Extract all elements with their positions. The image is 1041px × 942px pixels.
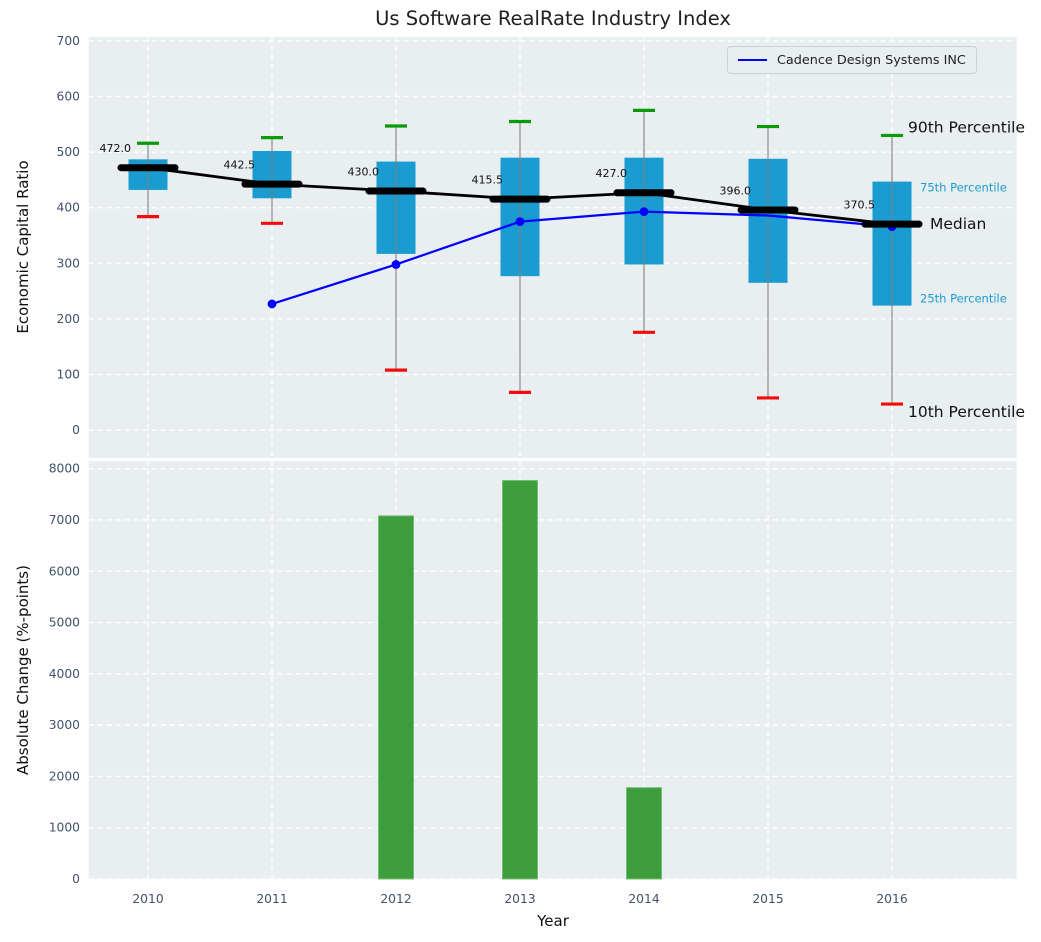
xtick-2015: 2015: [752, 892, 783, 906]
top-ytick-200: 200: [57, 312, 80, 326]
top-ytick-0: 0: [72, 423, 80, 437]
annotation-75th-percentile: 75th Percentile: [920, 181, 1007, 195]
median-label-2015: 396.0: [720, 184, 752, 197]
bottom-axes-bg: [88, 461, 1017, 879]
chart-canvas: 472.0 442.5 430.0 415.5 427.0 396.0 370.5 90th …: [49, 34, 1025, 906]
median-label-2013: 415.5: [472, 174, 504, 187]
top-ytick-600: 600: [57, 90, 80, 104]
xtick-2013: 2013: [504, 892, 535, 906]
chart-title: Us Software RealRate Industry Index: [375, 7, 731, 30]
top-ytick-500: 500: [57, 145, 80, 159]
company-dot-2014: [639, 207, 649, 217]
y-axis-label-bottom: Absolute Change (%-points): [14, 565, 32, 775]
bottom-ytick-1000: 1000: [49, 821, 80, 835]
median-label-2016: 370.5: [844, 199, 876, 212]
annotation-10th-percentile: 10th Percentile: [908, 403, 1025, 421]
bar-2013: [502, 479, 538, 880]
bottom-ytick-3000: 3000: [49, 718, 80, 732]
top-ytick-400: 400: [57, 201, 80, 215]
annotation-median: Median: [930, 215, 986, 233]
xtick-2012: 2012: [380, 892, 411, 906]
legend-line-sample: [738, 59, 767, 61]
bottom-ytick-0: 0: [72, 872, 80, 886]
x-axis-label: Year: [537, 912, 569, 930]
figure: 472.0 442.5 430.0 415.5 427.0 396.0 370.5 90th …: [0, 0, 1041, 942]
top-ytick-300: 300: [57, 256, 80, 270]
top-ytick-100: 100: [57, 368, 80, 382]
bar-2014: [626, 787, 662, 880]
y-axis-label-top: Economic Capital Ratio: [14, 160, 32, 334]
median-label-2010: 472.0: [100, 142, 132, 155]
bottom-ytick-5000: 5000: [49, 616, 80, 630]
median-label-2014: 427.0: [596, 167, 628, 180]
bar-2012: [378, 515, 414, 880]
xtick-2011: 2011: [256, 892, 287, 906]
bottom-ytick-7000: 7000: [49, 513, 80, 527]
annotation-25th-percentile: 25th Percentile: [920, 292, 1007, 306]
company-dot-2013: [515, 217, 525, 227]
xtick-2014: 2014: [628, 892, 659, 906]
annotation-90th-percentile: 90th Percentile: [908, 118, 1025, 136]
median-label-2011: 442.5: [224, 159, 256, 172]
company-dot-2012: [391, 260, 401, 269]
xtick-2016: 2016: [876, 892, 907, 906]
bottom-ytick-6000: 6000: [49, 564, 80, 578]
bottom-ytick-4000: 4000: [49, 667, 80, 681]
company-dot-2011: [267, 299, 277, 309]
bottom-ytick-2000: 2000: [49, 769, 80, 783]
legend: Cadence Design Systems INC: [727, 46, 977, 74]
bottom-ytick-8000: 8000: [49, 462, 80, 476]
legend-label: Cadence Design Systems INC: [777, 52, 966, 68]
xtick-2010: 2010: [132, 892, 163, 906]
top-ytick-700: 700: [57, 34, 80, 48]
median-label-2012: 430.0: [348, 166, 380, 179]
